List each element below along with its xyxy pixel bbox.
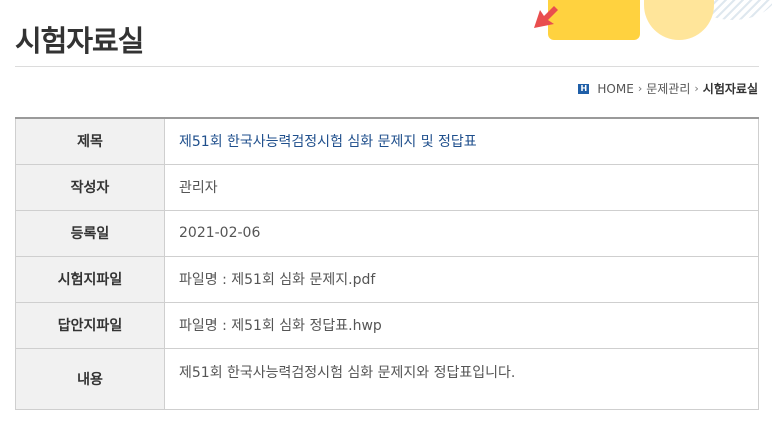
- row-label-author: 작성자: [15, 163, 165, 211]
- chevron-right-icon: ›: [694, 82, 699, 95]
- content-value: 제51회 한국사능력검정시험 심화 문제지와 정답표입니다.: [164, 347, 759, 410]
- arrow-icon: [534, 6, 558, 28]
- detail-table: 제목 제51회 한국사능력검정시험 심화 문제지 및 정답표 작성자 관리자 등…: [15, 117, 759, 410]
- breadcrumb-item-problem-management[interactable]: 문제관리: [646, 80, 690, 97]
- chevron-right-icon: ›: [637, 82, 643, 95]
- breadcrumb-home[interactable]: HOME: [597, 82, 633, 96]
- row-label-content: 내용: [15, 347, 165, 410]
- row-label-subject: 제목: [15, 117, 165, 165]
- decoration-shape: [644, 0, 714, 40]
- exam-file-link[interactable]: 파일명 : 제51회 심화 문제지.pdf: [179, 272, 375, 288]
- breadcrumb-current: 시험자료실: [702, 82, 758, 96]
- decoration-shape: [548, 0, 640, 40]
- subject-value: 제51회 한국사능력검정시험 심화 문제지 및 정답표: [164, 117, 759, 165]
- table-row: 제목 제51회 한국사능력검정시험 심화 문제지 및 정답표: [15, 117, 759, 165]
- row-label-answer-file: 답안지파일: [15, 301, 165, 349]
- title-divider: [15, 66, 759, 67]
- table-row: 내용 제51회 한국사능력검정시험 심화 문제지와 정답표입니다.: [15, 347, 759, 410]
- home-icon[interactable]: H: [578, 83, 590, 94]
- row-label-exam-file: 시험지파일: [15, 255, 165, 303]
- table-row: 시험지파일 파일명 : 제51회 심화 문제지.pdf: [15, 255, 759, 303]
- author-value: 관리자: [164, 163, 759, 211]
- answer-file-cell: 파일명 : 제51회 심화 정답표.hwp: [164, 301, 759, 349]
- row-label-date: 등록일: [15, 209, 165, 257]
- answer-file-link[interactable]: 파일명 : 제51회 심화 정답표.hwp: [179, 318, 382, 334]
- table-row: 작성자 관리자: [15, 163, 759, 211]
- header-decoration: [520, 0, 772, 46]
- exam-file-cell: 파일명 : 제51회 심화 문제지.pdf: [164, 255, 759, 303]
- page-title: 시험자료실: [15, 24, 144, 58]
- date-value: 2021-02-06: [164, 209, 759, 257]
- table-row: 등록일 2021-02-06: [15, 209, 759, 257]
- table-row: 답안지파일 파일명 : 제51회 심화 정답표.hwp: [15, 301, 759, 349]
- breadcrumb: H HOME › 문제관리 › 시험자료실: [578, 80, 758, 97]
